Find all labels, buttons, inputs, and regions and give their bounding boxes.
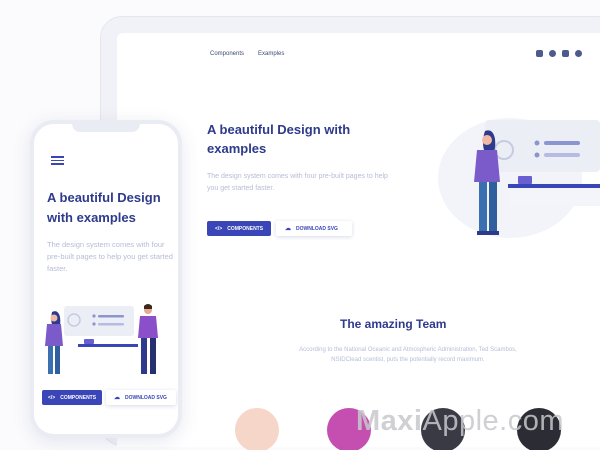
desktop-hero-title: A beautiful Design with examples bbox=[207, 122, 351, 156]
cloud-download-icon: ☁ bbox=[285, 226, 291, 232]
avatar[interactable] bbox=[235, 408, 279, 450]
watermark: MaxiApple.com bbox=[356, 405, 564, 438]
desktop-download-button[interactable]: ☁ Download SVG bbox=[276, 221, 352, 236]
code-icon: </> bbox=[215, 225, 223, 232]
mobile-download-button[interactable]: ☁ Download SVG bbox=[106, 390, 176, 405]
mobile-hero-illustration bbox=[45, 304, 158, 374]
desktop-hero-text: The design system comes with four pre-bu… bbox=[207, 173, 388, 192]
watermark-light: Apple.com bbox=[422, 405, 564, 437]
desktop-download-button-label: Download SVG bbox=[296, 225, 338, 232]
watermark-bold: Maxi bbox=[356, 405, 423, 437]
hamburger-icon[interactable] bbox=[51, 156, 64, 165]
facebook-icon[interactable] bbox=[536, 50, 543, 57]
desktop-components-button-label: Components bbox=[227, 225, 264, 232]
twitter-icon[interactable] bbox=[562, 50, 569, 57]
cloud-download-icon: ☁ bbox=[114, 395, 120, 401]
mobile-download-button-label: Download SVG bbox=[125, 394, 167, 401]
desktop-hero-illustration bbox=[438, 118, 600, 238]
nav-link-examples[interactable]: Examples bbox=[258, 51, 284, 57]
mobile-components-button-label: Components bbox=[60, 394, 97, 401]
phone-notch bbox=[72, 124, 140, 132]
mobile-components-button[interactable]: </> Components bbox=[42, 390, 102, 405]
mobile-hero-title: A beautiful Design with examples bbox=[47, 190, 161, 225]
code-icon: </> bbox=[48, 394, 56, 401]
stage: Components Examples A beautiful Design w… bbox=[0, 0, 600, 450]
team-title: The amazing Team bbox=[340, 317, 447, 331]
social-links bbox=[536, 50, 582, 57]
nav-link-components[interactable]: Components bbox=[210, 51, 244, 57]
mobile-frame: A beautiful Design with examples The des… bbox=[30, 120, 182, 438]
mobile-hero-text: The design system comes with four pre-bu… bbox=[47, 240, 173, 273]
instagram-icon[interactable] bbox=[549, 50, 556, 57]
desktop-components-button[interactable]: </> Components bbox=[207, 221, 271, 236]
desktop-nav: Components Examples bbox=[210, 51, 284, 57]
github-icon[interactable] bbox=[575, 50, 582, 57]
team-text: According to the National Oceanic and At… bbox=[299, 347, 517, 363]
